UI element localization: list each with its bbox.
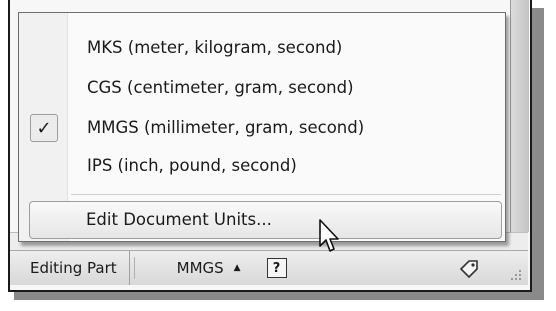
editing-mode-label: Editing Part xyxy=(10,251,130,285)
status-separator xyxy=(133,257,135,279)
menu-item-mks[interactable]: MKS (meter, kilogram, second) xyxy=(19,30,505,64)
menu-divider xyxy=(71,194,501,195)
tag-icon[interactable] xyxy=(458,258,480,282)
menu-item-label: Edit Document Units... xyxy=(86,210,272,229)
triangle-up-icon: ▲ xyxy=(233,263,241,273)
mouse-pointer-icon xyxy=(318,218,344,258)
menu-item-label: MMGS (millimeter, gram, second) xyxy=(87,117,365,137)
menu-item-edit-document-units[interactable]: Edit Document Units... xyxy=(29,201,502,239)
window-scroll-edge xyxy=(510,0,529,232)
unit-system-menu: MKS (meter, kilogram, second) CGS (centi… xyxy=(18,12,506,242)
menu-item-label: IPS (inch, pound, second) xyxy=(87,155,297,175)
resize-grip-icon[interactable] xyxy=(510,267,522,280)
unit-system-label: MMGS xyxy=(176,259,224,277)
checkmark-icon: ✓ xyxy=(30,114,58,142)
unit-system-selector[interactable]: MMGS ▲ xyxy=(177,259,241,277)
menu-item-cgs[interactable]: CGS (centimeter, gram, second) xyxy=(19,70,505,104)
menu-item-label: MKS (meter, kilogram, second) xyxy=(87,37,343,57)
status-bar: Editing Part MMGS ▲ ? xyxy=(10,250,528,285)
menu-item-label: CGS (centimeter, gram, second) xyxy=(87,77,354,97)
help-icon[interactable]: ? xyxy=(266,258,287,278)
menu-item-ips[interactable]: IPS (inch, pound, second) xyxy=(19,148,505,182)
menu-item-mmgs[interactable]: ✓ MMGS (millimeter, gram, second) xyxy=(19,110,505,144)
